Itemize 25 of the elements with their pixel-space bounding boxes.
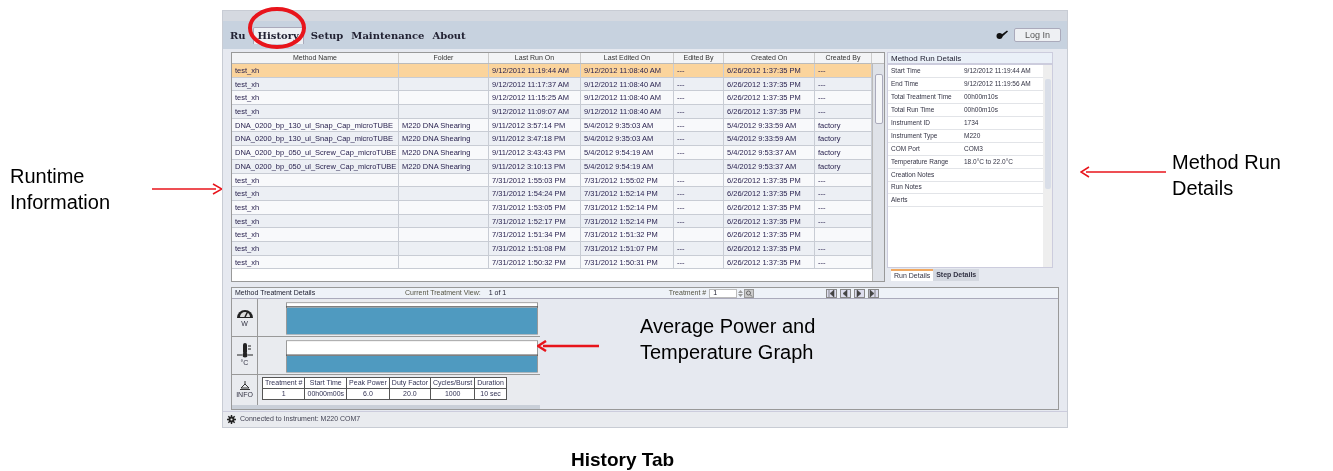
scrollbar[interactable] [872,64,884,281]
callout-arrow [152,183,222,195]
highlight-circle [246,6,308,50]
callout-label: Method Run Details [1172,150,1282,201]
callout-label: Runtime Information [10,164,112,215]
gear-icon [227,415,236,424]
figure-caption: History Tab [571,448,675,471]
callout-arrow [537,340,599,352]
previous-icon[interactable] [840,288,852,298]
panel-title: Method Run Details [887,52,1053,64]
nav-tab[interactable]: Maintenance [350,26,426,44]
key-icon [995,30,1008,40]
login-button[interactable]: Log In [1013,28,1061,42]
callout-label: Average Power and Temperature Graph [640,314,817,365]
nav-tab[interactable]: Ru [229,26,247,44]
next-icon[interactable] [854,288,866,298]
scrollbar[interactable] [1043,65,1052,267]
search-icon[interactable] [744,288,755,298]
thermometer-icon [235,342,254,359]
last-page-icon[interactable] [868,288,880,298]
first-page-icon[interactable] [826,288,838,298]
nav-tab[interactable]: About [431,26,467,44]
spin-arrows-icon[interactable] [737,288,745,298]
info-icon [238,379,251,390]
nav-tab[interactable]: Setup [309,26,345,44]
